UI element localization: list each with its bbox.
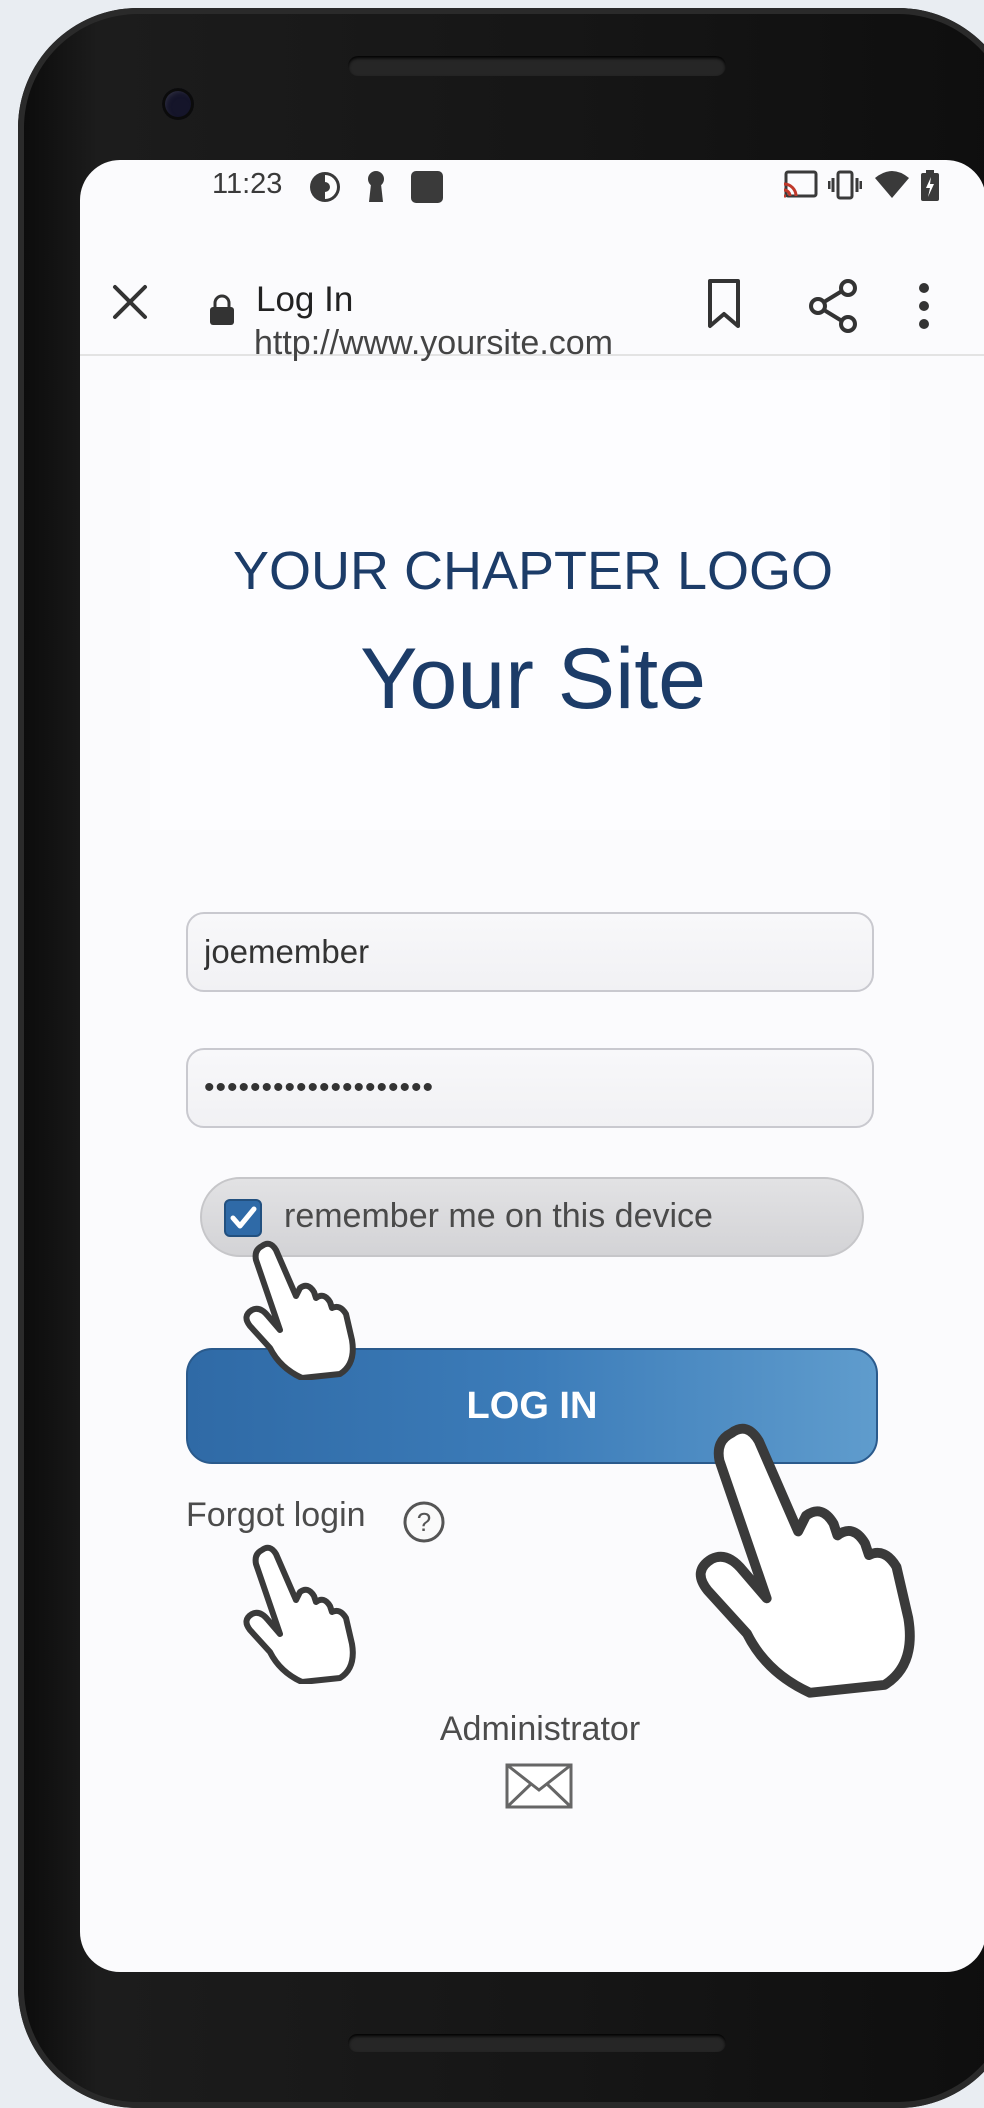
data-saver-icon bbox=[310, 172, 340, 202]
site-header-card bbox=[150, 380, 890, 830]
earpiece-speaker bbox=[348, 56, 726, 76]
administrator-label: Administrator bbox=[439, 1710, 641, 1748]
hand-pointer-icon bbox=[695, 1423, 915, 1698]
password-field[interactable] bbox=[186, 1048, 874, 1128]
checkmark-icon bbox=[230, 1206, 257, 1229]
vibrate-icon bbox=[828, 170, 862, 200]
front-camera bbox=[162, 88, 194, 120]
remember-checkbox[interactable] bbox=[224, 1199, 262, 1237]
status-bar: 11:23 bbox=[80, 160, 984, 210]
help-icon[interactable]: ? bbox=[402, 1500, 446, 1544]
mail-icon[interactable] bbox=[504, 1762, 574, 1810]
wifi-icon bbox=[875, 171, 909, 198]
bottom-speaker bbox=[348, 2034, 726, 2052]
chapter-logo: YOUR CHAPTER LOGO bbox=[232, 541, 834, 601]
page-title: Log In bbox=[256, 280, 354, 319]
forgot-login-link[interactable]: Forgot login bbox=[186, 1496, 366, 1535]
phone-screen: 11:23 Log In http://www.yoursite.com YOU… bbox=[80, 160, 984, 1972]
help-symbol: ? bbox=[417, 1507, 431, 1537]
status-time: 11:23 bbox=[212, 168, 283, 200]
cast-icon bbox=[783, 170, 818, 198]
hand-pointer-icon bbox=[243, 1544, 356, 1684]
remember-label: remember me on this device bbox=[284, 1197, 713, 1235]
share-icon[interactable] bbox=[808, 278, 858, 334]
close-icon[interactable] bbox=[110, 282, 150, 322]
page-url[interactable]: http://www.yoursite.com bbox=[254, 324, 613, 363]
hand-pointer-icon bbox=[243, 1240, 356, 1380]
keyhole-icon bbox=[368, 171, 384, 202]
username-field[interactable] bbox=[186, 912, 874, 992]
battery-charging-icon bbox=[921, 170, 939, 201]
more-vert-icon[interactable] bbox=[918, 282, 930, 330]
lock-icon bbox=[210, 294, 234, 325]
bookmark-icon[interactable] bbox=[702, 276, 746, 332]
square-notification-icon bbox=[411, 171, 443, 203]
browser-toolbar: Log In http://www.yoursite.com bbox=[80, 242, 984, 362]
phone-frame: 11:23 Log In http://www.yoursite.com YOU… bbox=[18, 8, 984, 2108]
site-title: Your Site bbox=[360, 631, 706, 727]
